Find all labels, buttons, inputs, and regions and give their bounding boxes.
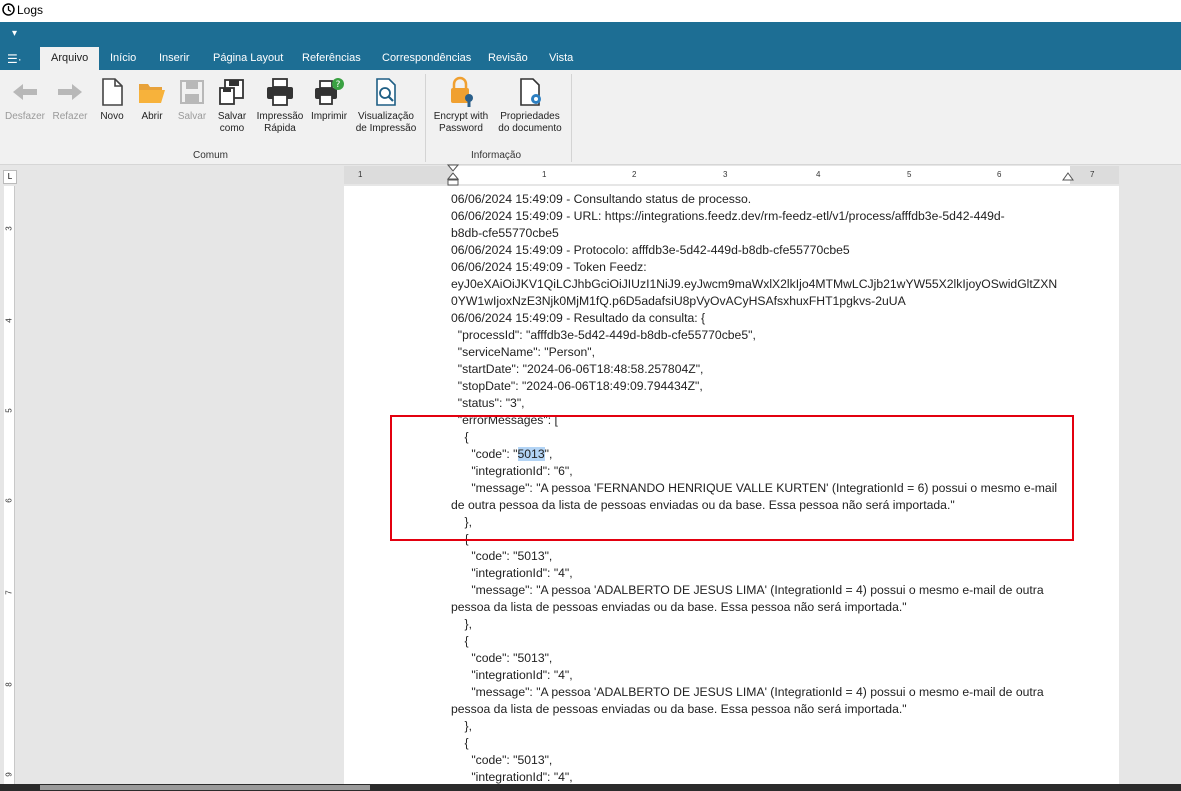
new-button[interactable]: Novo xyxy=(96,76,128,123)
new-document-icon xyxy=(102,78,123,106)
ruler-number: 1 xyxy=(542,170,547,179)
tab-arquivo[interactable]: Arquivo xyxy=(40,47,100,70)
tab-referencias[interactable]: Referências xyxy=(302,49,361,70)
save-icon xyxy=(180,80,204,104)
document-line: 06/06/2024 15:49:09 - Consultando status… xyxy=(451,192,752,206)
group-label-comum: Comum xyxy=(193,150,229,161)
print-icon: ? xyxy=(315,78,344,105)
document-line: "code": "5013", xyxy=(451,651,553,665)
annotation-highlight-box xyxy=(390,415,1074,541)
group-separator xyxy=(425,74,426,162)
save-as-icon xyxy=(219,79,244,105)
quick-print-icon xyxy=(267,78,293,106)
group-label-informacao: Informação xyxy=(471,150,522,161)
tab-inicio[interactable]: Início xyxy=(110,49,136,70)
right-indent-marker[interactable] xyxy=(1062,172,1074,182)
tab-pagina-layout[interactable]: Página Layout xyxy=(213,49,283,70)
document-line: pessoa da lista de pessoas enviadas ou d… xyxy=(451,600,907,614)
ruler-number: 3 xyxy=(4,226,14,231)
tab-revisao[interactable]: Revisão xyxy=(488,49,528,70)
ruler-right-margin xyxy=(1070,166,1119,184)
print-button[interactable]: ? Imprimir xyxy=(309,76,349,123)
undo-icon xyxy=(13,84,37,100)
ruler-number: 7 xyxy=(4,590,14,595)
tab-inserir[interactable]: Inserir xyxy=(159,49,190,70)
document-line: "startDate": "2024-06-06T18:48:58.257804… xyxy=(451,362,704,376)
document-line: }, xyxy=(451,617,473,631)
ruler-number: 4 xyxy=(4,318,14,323)
document-line: "integrationId": "4", xyxy=(451,668,573,682)
document-line: 0YW1wIjoxNzE3Njk0MjM1fQ.p6D5adafsiU8pVyO… xyxy=(451,294,906,308)
horizontal-scrollbar[interactable] xyxy=(0,784,1181,791)
document-line: b8db-cfe55770cbe5 xyxy=(451,226,559,240)
quick-print-button[interactable]: Impressão Rápida xyxy=(254,76,306,135)
ruler-number: 6 xyxy=(4,498,14,503)
open-button[interactable]: Abrir xyxy=(136,76,168,123)
redo-button[interactable]: Refazer xyxy=(49,76,91,123)
ruler-number: 4 xyxy=(816,170,821,179)
ruler-number: 8 xyxy=(4,682,14,687)
document-line: "message": "A pessoa 'ADALBERTO DE JESUS… xyxy=(451,583,1044,597)
svg-text:?: ? xyxy=(336,80,341,90)
document-properties-button[interactable]: Propriedades do documento xyxy=(495,76,565,135)
document-line: "processId": "afffdb3e-5d42-449d-b8db-cf… xyxy=(451,328,756,342)
ruler-number: 7 xyxy=(1090,170,1095,179)
document-properties-icon xyxy=(520,78,541,106)
document-line: "serviceName": "Person", xyxy=(451,345,595,359)
document-line: pessoa da lista de pessoas enviadas ou d… xyxy=(451,702,907,716)
quick-access-dropdown[interactable]: ▾ xyxy=(12,28,17,39)
document-line: "message": "A pessoa 'ADALBERTO DE JESUS… xyxy=(451,685,1044,699)
document-line: eyJ0eXAiOiJKV1QiLCJhbGciOiJIUzI1NiJ9.eyJ… xyxy=(451,277,1058,291)
window-title: Logs xyxy=(17,3,44,17)
document-line: "status": "3", xyxy=(451,396,525,410)
ruler-number: 5 xyxy=(907,170,912,179)
redo-icon xyxy=(58,84,82,100)
document-line: { xyxy=(451,634,469,648)
ruler-number: 1 xyxy=(358,170,363,179)
document-line: }, xyxy=(451,719,473,733)
tab-vista[interactable]: Vista xyxy=(549,49,573,70)
ribbon-body: Desfazer Refazer Novo Abrir Salvar Salva… xyxy=(0,70,1181,165)
document-line: "code": "5013", xyxy=(451,753,553,767)
group-separator xyxy=(571,74,572,162)
document-line: "integrationId": "4", xyxy=(451,566,573,580)
open-folder-icon xyxy=(139,84,165,103)
tab-correspondencias[interactable]: Correspondências xyxy=(382,49,471,70)
document-line: "code": "5013", xyxy=(451,549,553,563)
horizontal-ruler[interactable] xyxy=(344,166,1119,184)
ruler-number: 2 xyxy=(632,170,637,179)
ruler-number: 5 xyxy=(4,408,14,413)
lock-key-icon xyxy=(451,76,473,107)
undo-button[interactable]: Desfazer xyxy=(2,76,48,123)
document-line: 06/06/2024 15:49:09 - Token Feedz: xyxy=(451,260,647,274)
indent-marker[interactable] xyxy=(447,164,459,186)
print-preview-icon xyxy=(376,78,396,106)
ruler-number: 6 xyxy=(997,170,1002,179)
tab-stop-selector[interactable]: L xyxy=(3,170,17,184)
document-line: 06/06/2024 15:49:09 - URL: https://integ… xyxy=(451,209,1005,223)
save-button[interactable]: Salvar xyxy=(175,76,209,123)
document-line: 06/06/2024 15:49:09 - Resultado da consu… xyxy=(451,311,706,325)
vertical-ruler[interactable]: 3 4 5 6 7 8 9 xyxy=(4,186,15,784)
document-line: "stopDate": "2024-06-06T18:49:09.794434Z… xyxy=(451,379,703,393)
title-bar: Logs xyxy=(0,0,1181,23)
ruler-number: 9 xyxy=(4,772,14,777)
encrypt-password-button[interactable]: Encrypt with Password xyxy=(429,76,493,135)
scrollbar-thumb[interactable] xyxy=(40,785,370,790)
print-preview-button[interactable]: Visualização de Impressão xyxy=(352,76,420,135)
document-line: { xyxy=(451,736,469,750)
save-as-button[interactable]: Salvar como xyxy=(214,76,250,135)
ruler-number: 3 xyxy=(723,170,728,179)
ribbon-header: ▾ ☰· Arquivo Início Inserir Página Layou… xyxy=(0,22,1181,70)
app-icon xyxy=(2,3,15,16)
app-menu-button[interactable]: ☰· xyxy=(7,52,31,68)
document-line: 06/06/2024 15:49:09 - Protocolo: afffdb3… xyxy=(451,243,850,257)
